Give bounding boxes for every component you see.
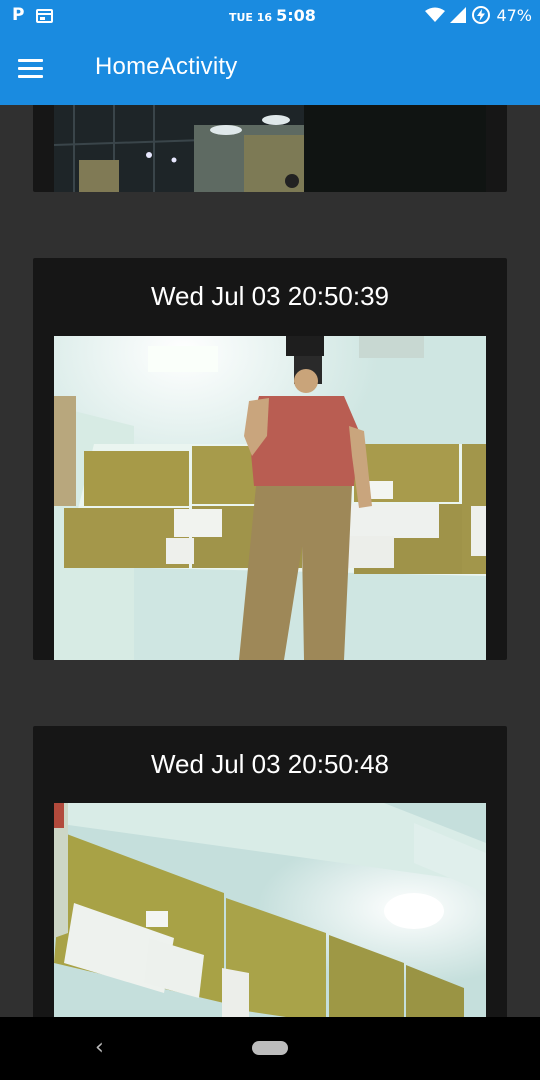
office-ceiling-lights-photo	[54, 105, 486, 192]
notice-board-ceiling-photo[interactable]	[54, 803, 486, 1017]
home-pill-icon[interactable]	[252, 1041, 288, 1055]
app-bar: HomeActivity	[0, 31, 540, 105]
wifi-icon	[425, 7, 446, 22]
navigation-bar: ‹	[0, 1017, 540, 1080]
hamburger-menu-icon[interactable]	[18, 51, 54, 85]
battery-percent: 47%	[496, 5, 532, 25]
photo-card[interactable]: Wed Jul 03 20:50:39	[33, 258, 507, 660]
photo-card[interactable]	[33, 105, 507, 192]
photo-timestamp: Wed Jul 03 20:50:39	[150, 281, 390, 311]
status-bar: P TUE 16 5:08 47%	[0, 0, 540, 31]
signal-icon	[450, 7, 467, 23]
person-mirror-selfie-photo[interactable]	[54, 336, 486, 660]
app-title: HomeActivity	[95, 53, 238, 80]
battery-saver-icon	[472, 6, 491, 24]
status-day: TUE 16	[229, 11, 273, 24]
photo-list[interactable]: Wed Jul 03 20:50:39 Wed Jul 03 20:50:48	[0, 105, 540, 1017]
back-chevron-icon[interactable]: ‹	[95, 1035, 104, 1060]
photo-timestamp: Wed Jul 03 20:50:48	[150, 749, 390, 779]
calendar-icon	[36, 8, 54, 23]
parking-icon: P	[12, 5, 25, 25]
status-time: 5:08	[276, 6, 316, 25]
photo-card[interactable]: Wed Jul 03 20:50:48	[33, 726, 507, 1017]
